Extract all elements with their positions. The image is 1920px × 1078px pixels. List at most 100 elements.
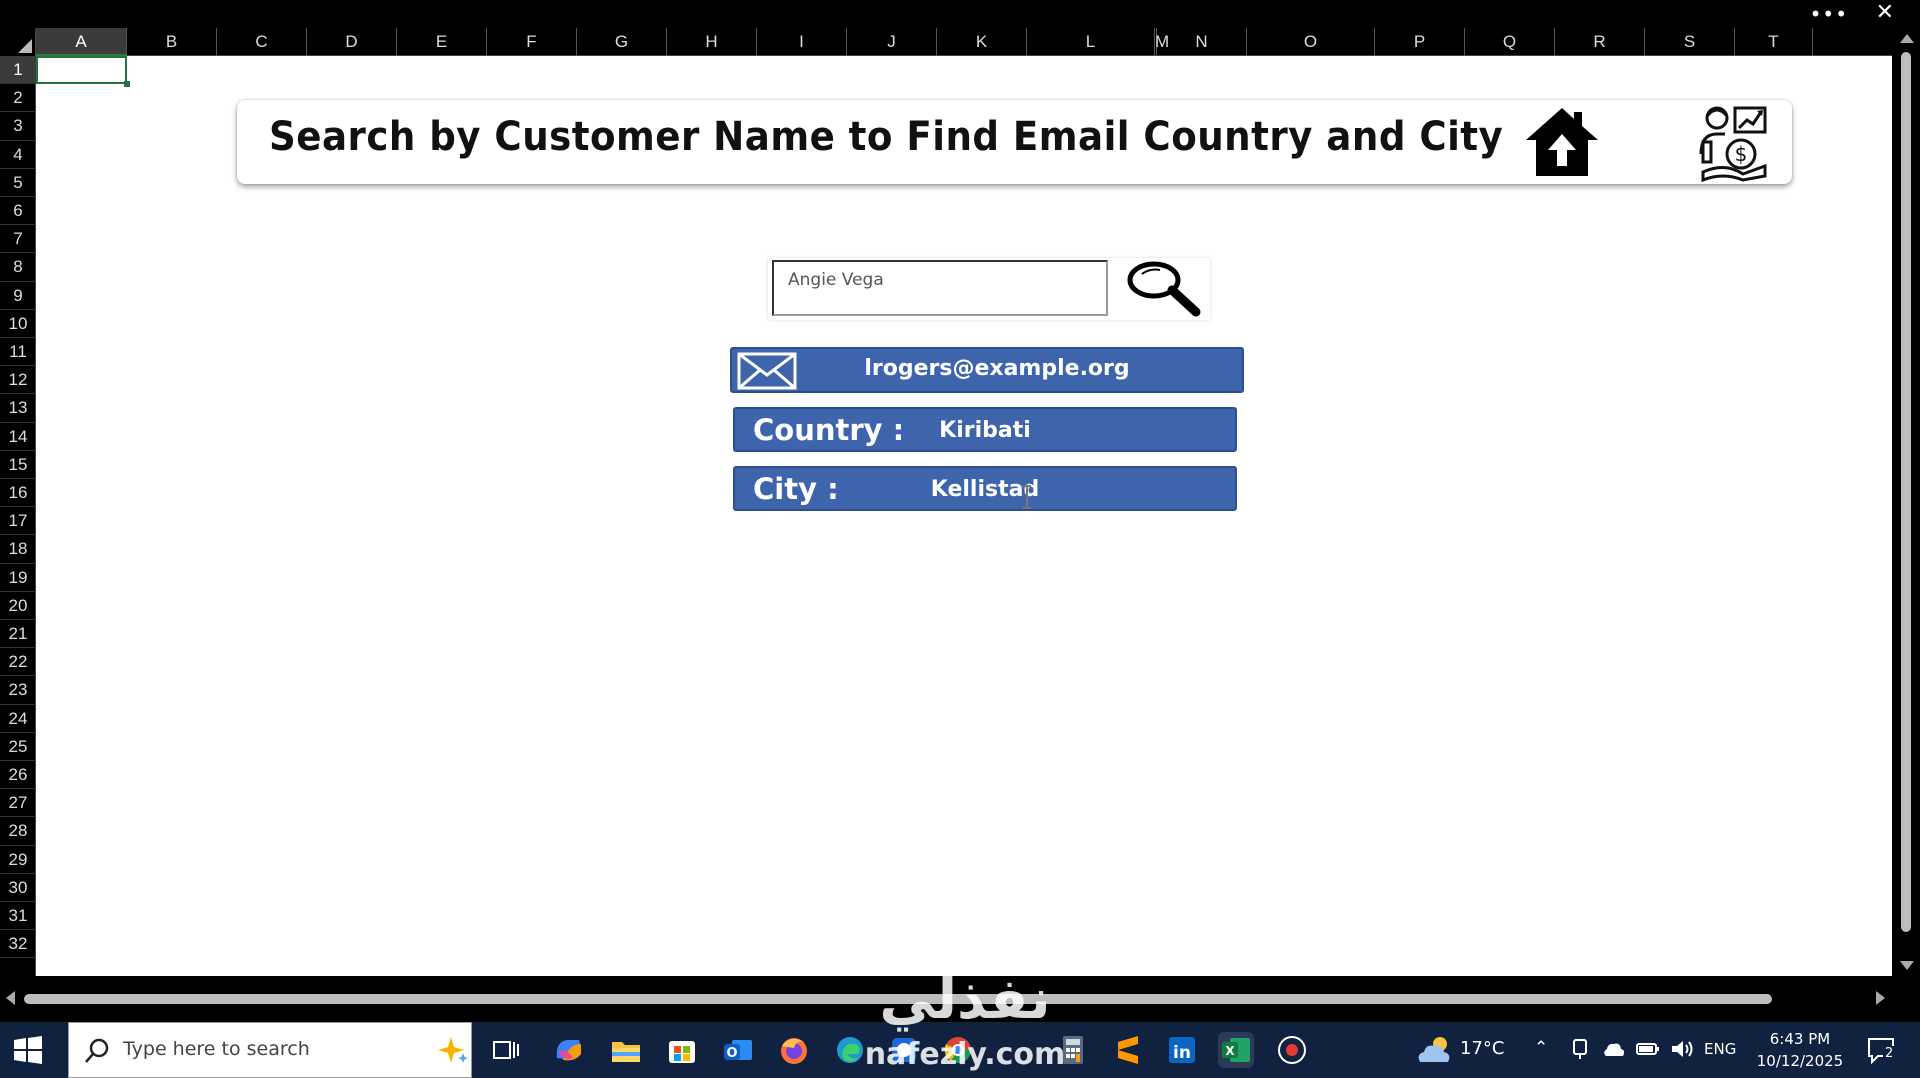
row-header-28[interactable]: 28 — [0, 817, 36, 846]
column-header-f[interactable]: F — [487, 28, 577, 56]
scroll-right-icon[interactable] — [1876, 991, 1885, 1005]
row-header-29[interactable]: 29 — [0, 846, 36, 874]
row-header-11[interactable]: 11 — [0, 338, 36, 367]
outlook-icon[interactable]: O — [720, 1032, 756, 1068]
row-header-2[interactable]: 2 — [0, 84, 36, 113]
row-header-25[interactable]: 25 — [0, 733, 36, 761]
row-header-15[interactable]: 15 — [0, 451, 36, 479]
row-header-12[interactable]: 12 — [0, 366, 36, 395]
sublime-text-icon[interactable] — [1110, 1032, 1146, 1068]
more-options-button[interactable]: ••• — [1810, 2, 1848, 26]
selected-cell-a1[interactable] — [36, 56, 130, 87]
column-header-e[interactable]: E — [397, 28, 487, 56]
customer-name-input[interactable]: Angie Vega — [772, 260, 1108, 316]
column-header-r[interactable]: R — [1555, 28, 1645, 56]
file-explorer-icon[interactable] — [608, 1032, 644, 1068]
row-header-10[interactable]: 10 — [0, 310, 36, 338]
column-header-a[interactable]: A — [36, 28, 127, 56]
device-icon[interactable] — [1570, 1038, 1590, 1060]
chrome-icon[interactable] — [940, 1032, 976, 1068]
row-header-32[interactable]: 32 — [0, 930, 36, 959]
vertical-scrollbar[interactable] — [1892, 28, 1920, 976]
volume-icon[interactable] — [1670, 1039, 1694, 1059]
row-header-16[interactable]: 16 — [0, 479, 36, 508]
battery-icon[interactable] — [1636, 1041, 1660, 1057]
column-header-c[interactable]: C — [217, 28, 307, 56]
column-header-d[interactable]: D — [307, 28, 397, 56]
row-header-24[interactable]: 24 — [0, 705, 36, 733]
row-header-5[interactable]: 5 — [0, 169, 36, 197]
row-header-9[interactable]: 9 — [0, 282, 36, 310]
horizontal-scrollbar[interactable] — [0, 976, 1920, 1022]
column-header-h[interactable]: H — [667, 28, 757, 56]
row-header-4[interactable]: 4 — [0, 141, 36, 169]
column-header-p[interactable]: P — [1375, 28, 1465, 56]
horizontal-scroll-thumb[interactable] — [24, 994, 1772, 1004]
clock-time: 6:43 PM — [1769, 1030, 1831, 1048]
column-header-j[interactable]: J — [847, 28, 937, 56]
title-banner: Search by Customer Name to Find Email Co… — [237, 100, 1792, 184]
select-all-corner[interactable] — [0, 28, 36, 56]
chevron-up-icon[interactable]: ⌃ — [1534, 1038, 1548, 1058]
column-header-l[interactable]: L — [1027, 28, 1155, 56]
windows-start-icon[interactable] — [14, 1036, 42, 1064]
row-header-20[interactable]: 20 — [0, 592, 36, 620]
row-header-6[interactable]: 6 — [0, 197, 36, 226]
excel-icon[interactable]: X — [1218, 1032, 1254, 1068]
row-header-31[interactable]: 31 — [0, 902, 36, 931]
row-header-13[interactable]: 13 — [0, 394, 36, 423]
vertical-scroll-thumb[interactable] — [1901, 52, 1911, 932]
column-header-n[interactable]: N — [1157, 28, 1247, 56]
close-window-button[interactable]: ✕ — [1876, 0, 1894, 25]
taskbar-search-box[interactable]: Type here to search — [68, 1022, 472, 1078]
column-header-s[interactable]: S — [1645, 28, 1735, 56]
onedrive-cloud-icon[interactable] — [1602, 1040, 1626, 1058]
screen-recorder-icon[interactable] — [1274, 1032, 1310, 1068]
row-header-17[interactable]: 17 — [0, 507, 36, 536]
weather-cloud-icon — [1418, 1037, 1450, 1062]
calculator-icon[interactable] — [1055, 1032, 1091, 1068]
language-indicator[interactable]: ENG — [1704, 1022, 1744, 1078]
column-header-g[interactable]: G — [577, 28, 667, 56]
home-upload-icon[interactable] — [1520, 104, 1604, 180]
column-header-t[interactable]: T — [1735, 28, 1813, 56]
row-header-22[interactable]: 22 — [0, 648, 36, 677]
row-header-7[interactable]: 7 — [0, 225, 36, 254]
row-header-23[interactable]: 23 — [0, 676, 36, 705]
copilot-sparkle-icon[interactable] — [437, 1035, 469, 1067]
microsoft-store-icon[interactable] — [664, 1032, 700, 1068]
row-header-30[interactable]: 30 — [0, 874, 36, 902]
finance-advisor-icon[interactable]: $ — [1695, 102, 1771, 182]
row-header-14[interactable]: 14 — [0, 423, 36, 451]
scroll-left-icon[interactable] — [6, 991, 15, 1005]
row-header-27[interactable]: 27 — [0, 789, 36, 818]
row-header-26[interactable]: 26 — [0, 761, 36, 790]
copilot-app-icon[interactable] — [551, 1032, 587, 1068]
row-header-21[interactable]: 21 — [0, 620, 36, 649]
taskbar-clock[interactable]: 6:43 PM 10/12/2025 — [1748, 1028, 1852, 1072]
search-panel: Angie Vega — [768, 258, 1210, 320]
app-icon-blue[interactable] — [886, 1032, 922, 1068]
magnifier-icon[interactable] — [1120, 258, 1208, 320]
row-header-1[interactable]: 1 — [0, 56, 36, 85]
firefox-icon[interactable] — [776, 1032, 812, 1068]
row-header-3[interactable]: 3 — [0, 112, 36, 141]
edge-icon[interactable] — [832, 1032, 868, 1068]
column-header-o[interactable]: O — [1247, 28, 1375, 56]
task-view-icon[interactable] — [488, 1032, 524, 1068]
linkedin-icon[interactable]: in — [1164, 1032, 1200, 1068]
notification-center-button[interactable]: 2 — [1866, 1036, 1900, 1066]
column-header-q[interactable]: Q — [1465, 28, 1555, 56]
scroll-up-icon[interactable] — [1900, 34, 1914, 43]
column-header-b[interactable]: B — [127, 28, 217, 56]
row-header-8[interactable]: 8 — [0, 253, 36, 282]
scroll-down-icon[interactable] — [1900, 961, 1914, 970]
row-header-19[interactable]: 19 — [0, 564, 36, 592]
row-header-18[interactable]: 18 — [0, 535, 36, 564]
weather-widget[interactable]: 17°C — [1414, 1022, 1514, 1078]
column-header-i[interactable]: I — [757, 28, 847, 56]
column-header-k[interactable]: K — [937, 28, 1027, 56]
svg-text:X: X — [1225, 1044, 1235, 1058]
language-text: ENG — [1704, 1040, 1737, 1058]
worksheet-area[interactable]: Search by Customer Name to Find Email Co… — [36, 56, 1892, 976]
